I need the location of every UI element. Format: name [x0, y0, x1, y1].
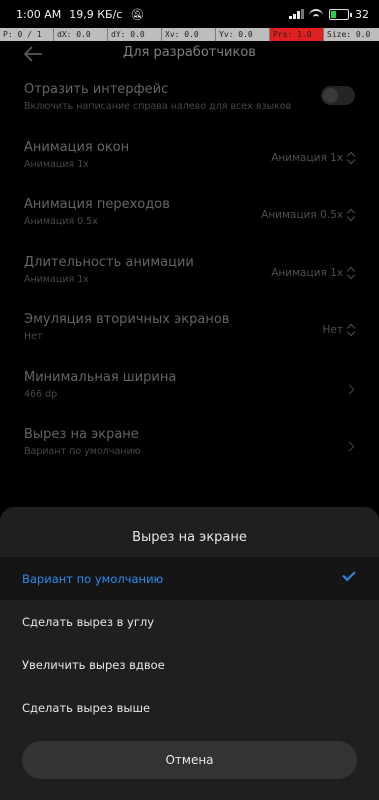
option-default[interactable]: Вариант по умолчанию [0, 557, 379, 600]
pointer-xv: Xv: 0.0 [162, 28, 216, 41]
pointer-dy: dY: 0.0 [108, 28, 162, 41]
option-double-cutout[interactable]: Увеличить вырез вдвое [0, 643, 379, 686]
option-label: Увеличить вырез вдвое [22, 657, 165, 672]
signal-icon [289, 9, 304, 19]
pointer-location-bar: P: 0 / 1 dX: 0.0 dY: 0.0 Xv: 0.0 Yv: 0.0… [0, 28, 379, 41]
display-cutout-sheet: Вырез на экране Вариант по умолчанию Сде… [0, 507, 379, 800]
pointer-dx: dX: 0.0 [54, 28, 108, 41]
cancel-button[interactable]: Отмена [22, 741, 357, 779]
option-label: Вариант по умолчанию [22, 571, 164, 586]
sheet-title: Вырез на экране [132, 530, 247, 545]
battery-icon: ⚡ [329, 8, 352, 20]
option-label: Сделать вырез выше [22, 700, 151, 715]
network-speed: 19,9 КБ/с [69, 7, 123, 21]
option-label: Сделать вырез в углу [22, 614, 155, 629]
notifications-muted-icon: 🔕︎ [130, 7, 145, 21]
battery-percent: 32 [355, 7, 369, 21]
option-corner-cutout[interactable]: Сделать вырез в углу [0, 600, 379, 643]
pointer-yv: Yv: 0.0 [216, 28, 270, 41]
wifi-icon [309, 9, 323, 19]
background-scrim[interactable] [0, 41, 379, 507]
option-tall-cutout[interactable]: Сделать вырез выше [0, 686, 379, 729]
pointer-size: Size: 0.0 [327, 30, 371, 39]
status-time: 1:00 AM [16, 7, 62, 21]
pointer-count: P: 0 / 1 [0, 28, 54, 41]
status-bar: 1:00 AM 19,9 КБ/с 🔕︎ ⚡ 32 [0, 0, 379, 28]
pointer-pressure: Prs: 1.0 [270, 28, 324, 41]
checkmark-icon [342, 567, 356, 582]
